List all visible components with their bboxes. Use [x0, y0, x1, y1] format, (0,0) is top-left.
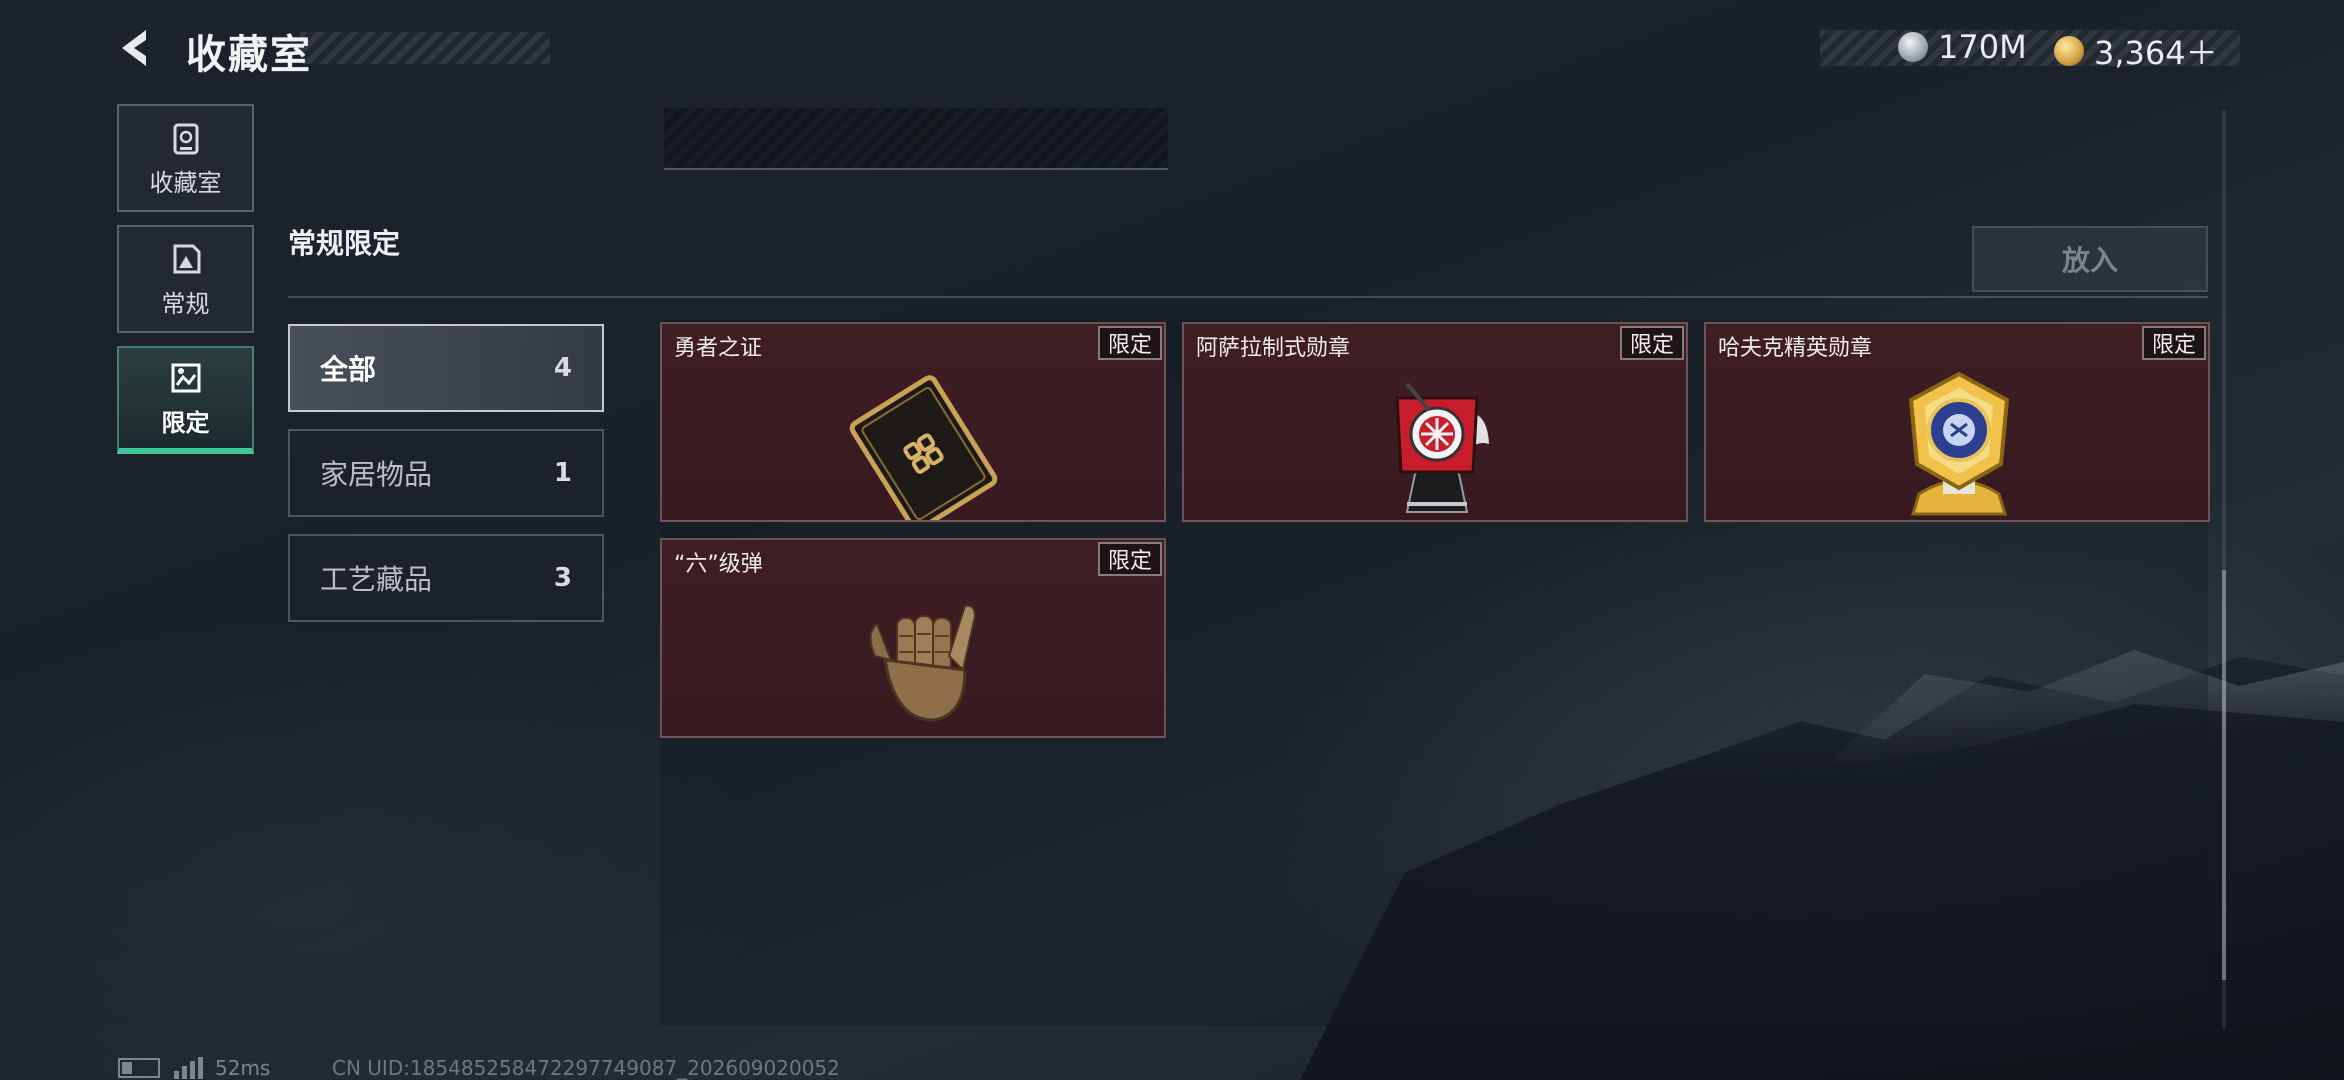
filter-home-items[interactable]: 家居物品 1: [288, 429, 604, 517]
scrollbar-thumb[interactable]: [2222, 570, 2226, 980]
brave-card-icon: [849, 375, 998, 520]
regular-icon: [173, 244, 200, 273]
item-name: 勇者之证: [674, 336, 763, 361]
signal-icon: [174, 1057, 203, 1079]
limited-badge: 限定: [1619, 326, 1684, 360]
silver-coin-icon: [1898, 32, 1928, 62]
item-card[interactable]: 哈夫克精英勋章 限定: [1704, 322, 2210, 522]
title-decoration: [300, 32, 550, 64]
section-divider: [288, 296, 2208, 298]
nav-label-regular: 常规: [161, 289, 210, 318]
filter-label: 家居物品: [320, 458, 433, 491]
battery-icon: [118, 1058, 160, 1078]
top-bar: 收藏室 170M 3,364＋: [0, 0, 2344, 100]
currency-gold[interactable]: 3,364＋: [2054, 28, 2218, 74]
filter-all[interactable]: 全部 4: [288, 324, 604, 412]
back-arrow-icon[interactable]: [116, 26, 160, 70]
status-bar: 52ms: [118, 1056, 270, 1080]
limited-badge: 限定: [1097, 326, 1162, 360]
user-uid: CN UID:18548525847229774908​7_2026090200…: [332, 1056, 840, 1080]
item-card[interactable]: 勇者之证 限定: [660, 322, 1166, 522]
limited-badge: 限定: [1097, 542, 1162, 576]
nav-label-limited: 限定: [161, 408, 210, 437]
collection-room-icon: [173, 123, 198, 154]
currency-gold-value: 3,364＋: [2094, 34, 2218, 72]
filter-count: 3: [553, 563, 572, 593]
item-name: “六”级弹: [674, 552, 763, 577]
item-card[interactable]: “六”级弹 限定: [660, 538, 1166, 738]
currency-silver-value: 170M: [1938, 28, 2027, 66]
filter-count: 1: [553, 458, 572, 488]
banner-placeholder: [664, 108, 1168, 170]
item-name: 阿萨拉制式勋章: [1196, 336, 1351, 361]
nav-item-regular[interactable]: 常规: [117, 225, 254, 333]
filter-craft-collectibles[interactable]: 工艺藏品 3: [288, 534, 604, 622]
currency-silver[interactable]: 170M: [1898, 28, 2027, 66]
six-hand-sign-icon: [869, 604, 977, 722]
nav-label-collection-room: 收藏室: [149, 168, 222, 197]
asara-medal-icon: [1395, 382, 1489, 513]
page-title: 收藏室: [186, 32, 312, 78]
haavk-elite-medal-icon: [1908, 371, 2010, 516]
put-in-button[interactable]: 放入: [1972, 226, 2208, 292]
filter-label: 全部: [320, 353, 377, 386]
filter-label: 工艺藏品: [320, 563, 433, 596]
filter-count: 4: [553, 353, 572, 383]
limited-icon: [171, 363, 200, 392]
nav-item-limited[interactable]: 限定: [117, 346, 254, 454]
limited-badge: 限定: [2141, 326, 2206, 360]
item-name: 哈夫克精英勋章: [1718, 336, 1873, 361]
nav-item-collection-room[interactable]: 收藏室: [117, 104, 254, 212]
section-title: 常规限定: [288, 227, 401, 260]
item-card[interactable]: 阿萨拉制式勋章 限定: [1182, 322, 1688, 522]
ping-value: 52ms: [215, 1056, 271, 1080]
gold-coin-icon: [2054, 36, 2084, 66]
